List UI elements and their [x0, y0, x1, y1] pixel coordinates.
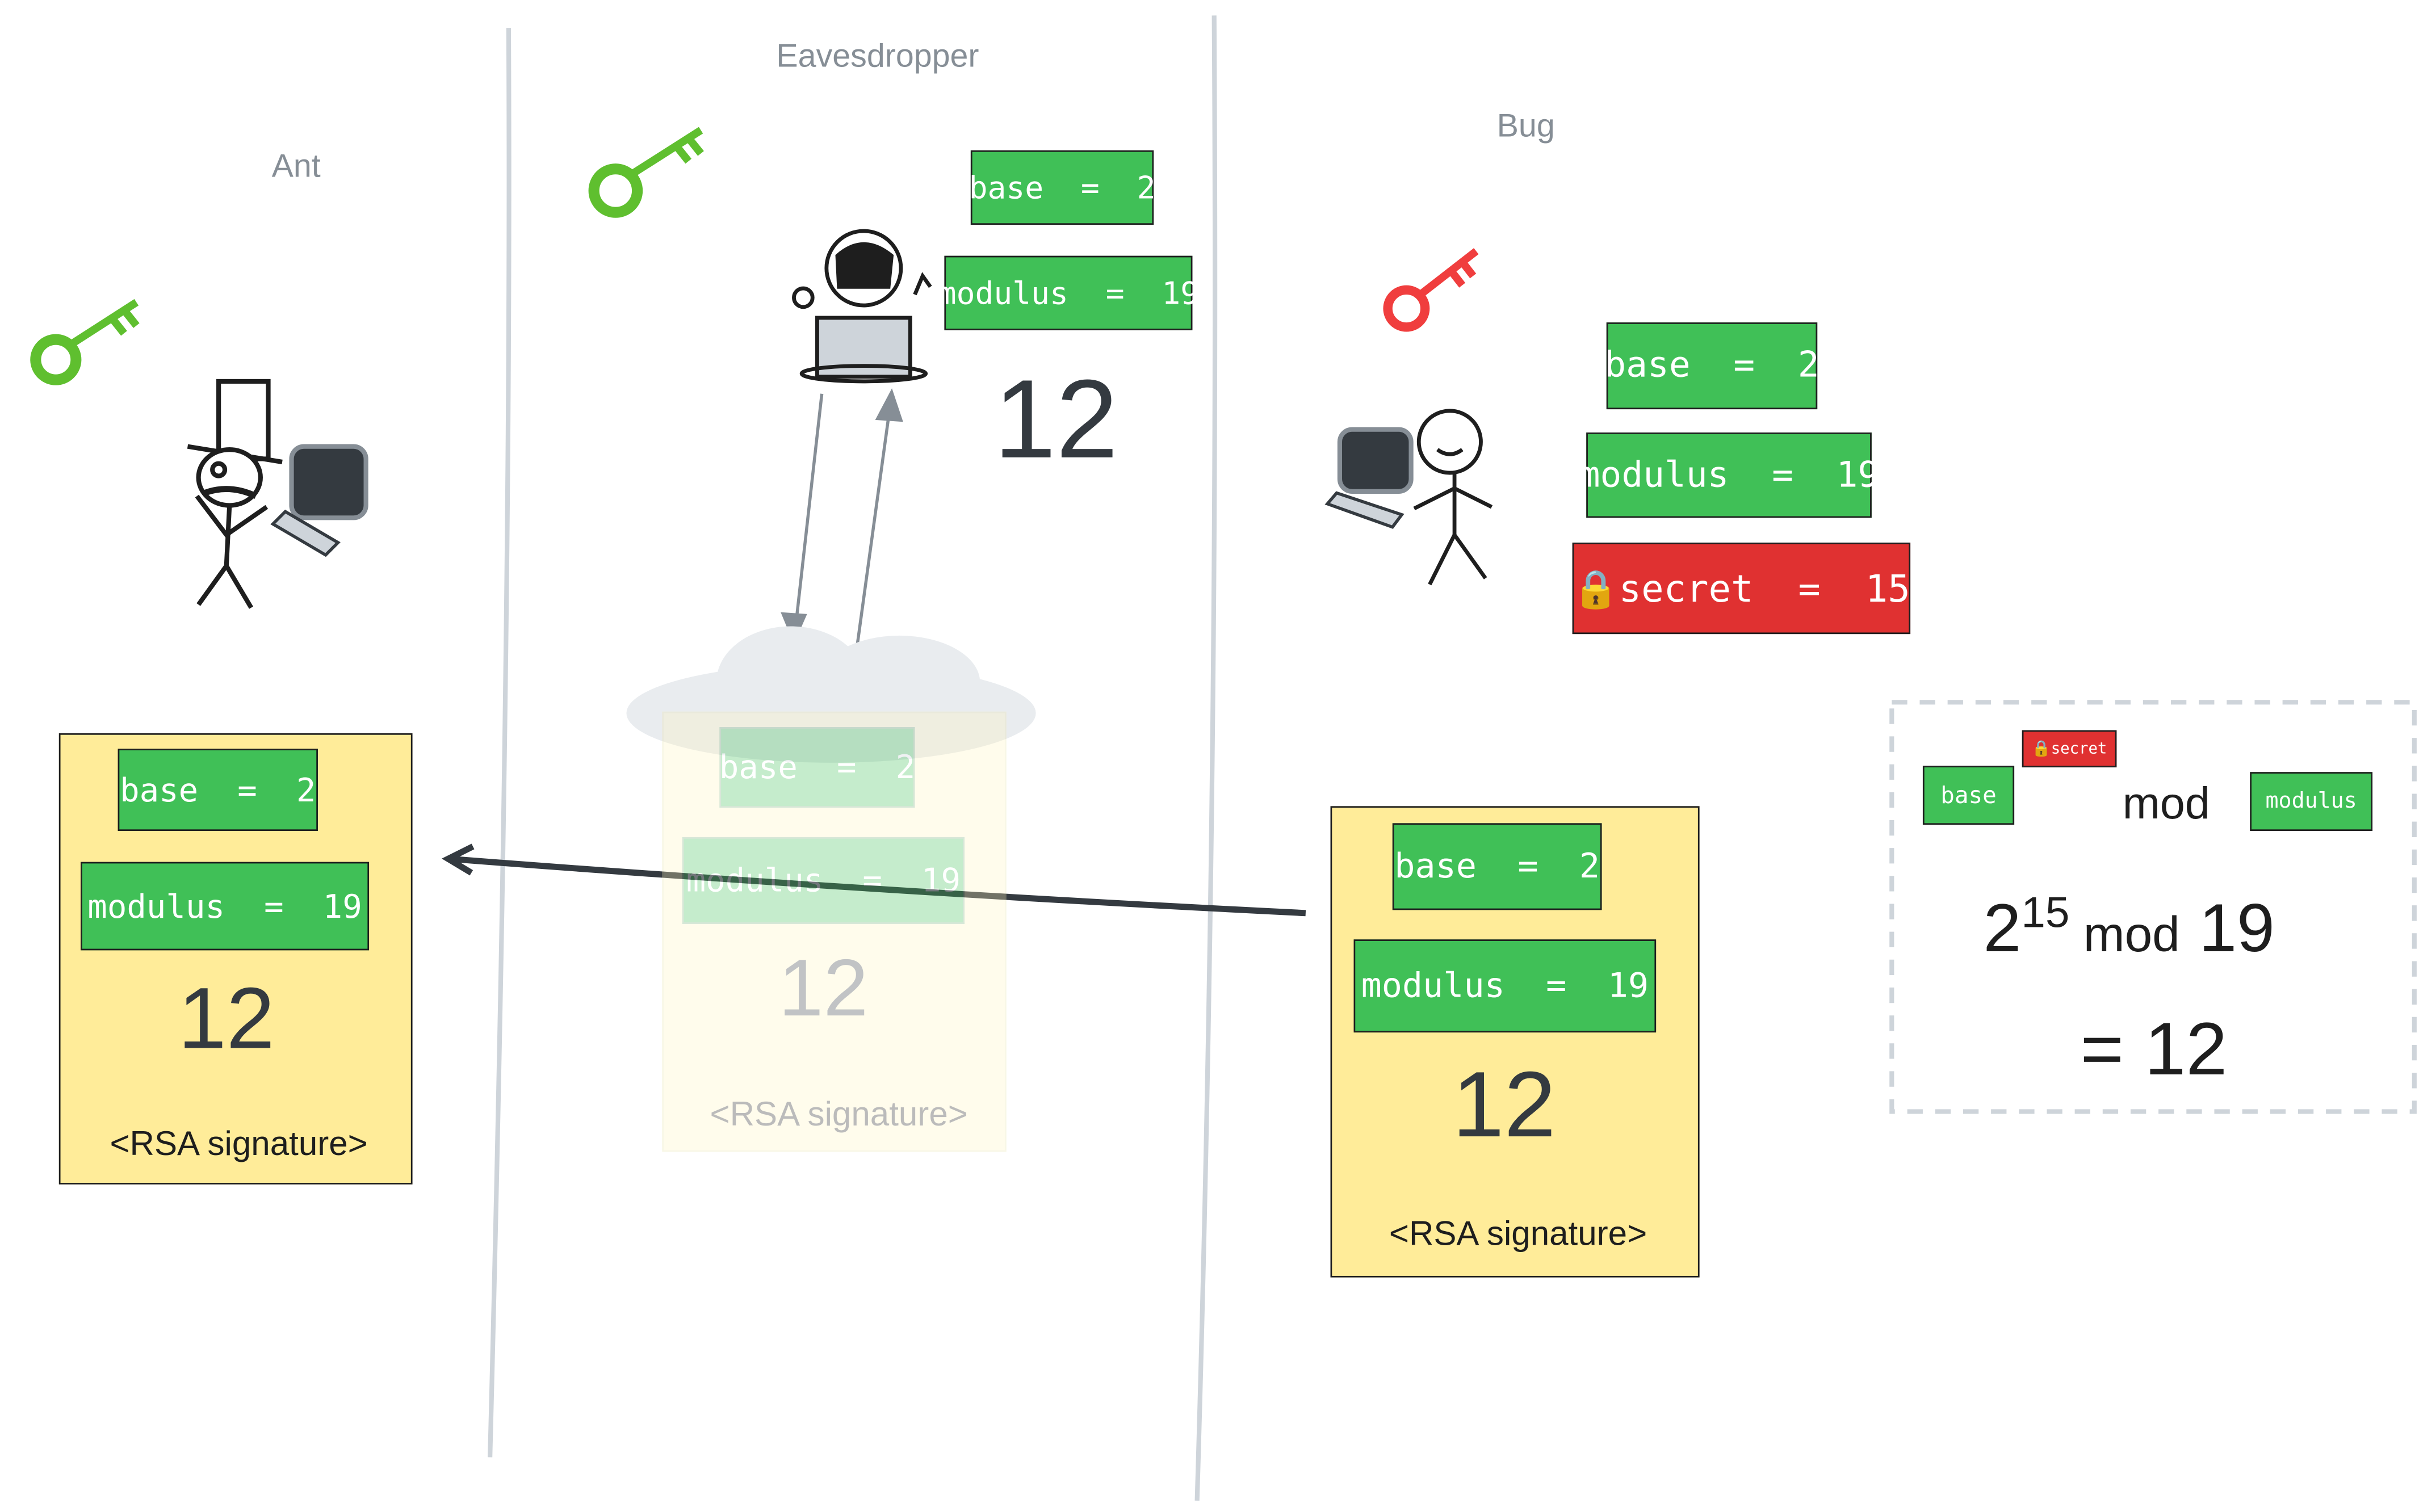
rsa-signature: <RSA signature> — [110, 1124, 368, 1163]
formula-base-box: base — [1922, 766, 2015, 825]
bug-figure-icon — [1413, 409, 1493, 586]
formula-modulus-box: modulus — [2250, 772, 2373, 831]
lock-icon: 🔒 — [2031, 740, 2051, 758]
card-value: 12 — [778, 944, 869, 1034]
expr-exponent: 15 — [2021, 888, 2070, 936]
green-key-icon — [588, 127, 704, 218]
rsa-signature: <RSA signature> — [1389, 1213, 1647, 1253]
rsa-signature: <RSA signature> — [710, 1094, 968, 1133]
red-key-icon — [1383, 248, 1479, 332]
base-box: base = 2 — [1392, 823, 1602, 910]
formula-expression: 215 mod 19 — [1984, 888, 2275, 968]
base-box: base = 2 — [118, 749, 318, 831]
base-box: base = 2 — [1604, 322, 1820, 410]
secret-box: 🔒 secret = 15 — [1572, 542, 1911, 635]
modulus-box: modulus = 19 — [1353, 939, 1657, 1033]
formula-result: = 12 — [2080, 1009, 2228, 1091]
computer-icon — [1324, 427, 1414, 529]
lock-icon: 🔒 — [1573, 566, 1619, 610]
expr-modulus: 19 — [2199, 891, 2275, 967]
party-label-ant: Ant — [271, 149, 321, 185]
transit-card: base = 2 modulus = 19 12 <RSA signature> — [662, 711, 1007, 1152]
party-label-bug: Bug — [1496, 108, 1555, 145]
secret-label: secret — [2051, 740, 2107, 758]
secret-label: secret = 15 — [1619, 566, 1910, 610]
hacker-figure-icon — [792, 229, 932, 384]
card-value: 12 — [1452, 1052, 1556, 1157]
expr-mod: mod — [2083, 906, 2180, 963]
party-label-eavesdropper: Eavesdropper — [776, 39, 979, 75]
bug-card: base = 2 modulus = 19 12 <RSA signature> — [1330, 806, 1700, 1278]
divider-line — [1194, 15, 1218, 1501]
ant-figure-icon — [187, 379, 283, 609]
card-value: 12 — [178, 969, 275, 1067]
base-box: base = 2 — [969, 150, 1155, 225]
formula-mod: mod — [2122, 779, 2210, 830]
diagram-canvas: Ant Eavesdropper Bug base = 2 modulus = … — [0, 0, 2419, 1511]
modulus-box: modulus = 19 — [682, 837, 965, 924]
modulus-box: modulus = 19 — [1579, 432, 1879, 518]
expr-base: 2 — [1983, 891, 2022, 967]
green-key-icon — [30, 299, 140, 385]
modulus-box: modulus = 19 — [81, 862, 370, 951]
modulus-box: modulus = 19 — [938, 255, 1199, 330]
ant-card: base = 2 modulus = 19 12 <RSA signature> — [58, 733, 413, 1185]
divider-line — [488, 28, 512, 1458]
intercept-arrow — [781, 388, 903, 645]
computer-icon — [270, 444, 368, 557]
base-box: base = 2 — [719, 727, 915, 808]
formula-secret-box: 🔒 secret — [2022, 730, 2117, 768]
public-value: 12 — [993, 358, 1118, 482]
